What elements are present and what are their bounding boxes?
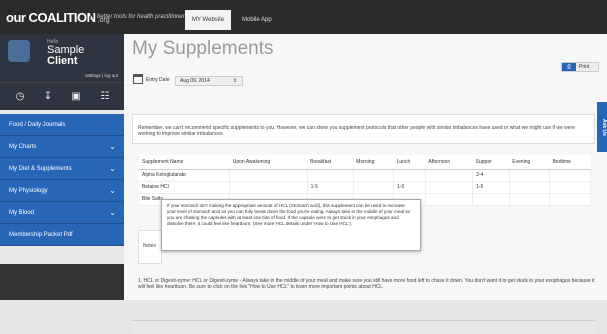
select-arrows-icon: ⇕ — [232, 78, 237, 84]
table-cell — [229, 181, 308, 194]
sidebar-item-label: Membership Packet Pdf — [9, 232, 73, 238]
sidebar-icon-row: ◷ ↧ ▣ ☷ — [0, 82, 124, 110]
chevron-down-icon: ⌄ — [109, 164, 116, 173]
table-row[interactable]: Alpha Ketoglutarate 2-4 — [139, 169, 591, 182]
table-cell: 1-5 — [307, 181, 354, 194]
logo-text: our COALITION — [6, 10, 96, 25]
col-lunch: Lunch — [393, 155, 426, 170]
table-cell: 2-4 — [472, 169, 510, 182]
entry-date-label: Entry Date — [146, 77, 170, 83]
clock-icon[interactable]: ◷ — [13, 90, 27, 104]
entry-date-select[interactable]: Aug 09, 2014 ⇕ — [175, 76, 243, 86]
page-title: My Supplements — [132, 38, 274, 59]
table-cell — [353, 181, 395, 194]
table-cell — [549, 181, 591, 194]
sidebar-item-physiology[interactable]: My Physiology ⌄ — [0, 180, 124, 202]
table-cell: 1-5 — [393, 181, 426, 194]
col-breakfast: Breakfast — [307, 155, 354, 170]
hcl-instruction: 1. HCL or Digesti-zyme: HCL or Digesti-z… — [138, 278, 595, 290]
notes-box: Notes — [138, 230, 162, 264]
sidebar-item-food-journals[interactable]: Food / Daily Journals — [0, 114, 124, 136]
sidebar-item-my-charts[interactable]: My Charts ⌄ — [0, 136, 124, 158]
table-cell — [549, 169, 591, 182]
col-evening: Evening — [509, 155, 550, 170]
sidebar-item-label: Food / Daily Journals — [9, 122, 66, 128]
tab-my-website[interactable]: MY Website — [185, 10, 232, 30]
table-cell — [229, 169, 308, 182]
table-cell — [472, 193, 510, 206]
client-panel: Hello Sample Client settings | log out — [0, 34, 124, 82]
table-row[interactable]: Betaine HCl 1-5 1-5 1-5 — [139, 181, 591, 194]
table-cell: Betaine HCl — [139, 181, 231, 194]
table-cell — [509, 193, 551, 206]
table-cell — [425, 169, 474, 182]
table-cell — [509, 181, 551, 194]
table-cell — [549, 193, 591, 206]
sidebar-item-diet-supplements[interactable]: My Diet & Supplements ⌄ — [0, 158, 124, 180]
sidebar-item-label: My Diet & Supplements — [9, 166, 72, 172]
supplement-table: Supplement Name Upon Awakening Breakfast… — [139, 155, 591, 206]
main-content: My Supplements ⎙ Print Ask Us Entry Date … — [124, 34, 607, 334]
supplement-tooltip: If your stomach isn't making the appropr… — [161, 199, 421, 251]
download-icon[interactable]: ↧ — [41, 90, 55, 104]
sidebar-item-label: My Blood — [9, 210, 35, 216]
col-afternoon: Afternoon — [425, 155, 473, 170]
col-upon-awakening: Upon Awakening — [229, 155, 308, 170]
avatar — [8, 40, 30, 62]
printer-icon: ⎙ — [562, 63, 576, 71]
tab-mobile-app[interactable]: Mobile App — [235, 10, 279, 30]
table-cell — [393, 169, 426, 182]
book-icon[interactable]: ☷ — [98, 90, 112, 104]
chevron-down-icon: ⌄ — [109, 208, 116, 217]
print-button[interactable]: ⎙ Print — [561, 62, 599, 72]
table-cell — [509, 169, 551, 182]
notes-label: Notes — [143, 243, 157, 249]
sidebar-item-label: My Physiology — [9, 188, 48, 194]
col-bedtime: Bedtime — [549, 155, 591, 170]
table-header-row: Supplement Name Upon Awakening Breakfast… — [139, 155, 591, 170]
table-cell — [353, 169, 395, 182]
entry-date-value: Aug 09, 2014 — [180, 78, 210, 84]
sidebar-item-my-blood[interactable]: My Blood ⌄ — [0, 202, 124, 224]
table-cell — [425, 181, 474, 194]
table-cell: 1-5 — [472, 181, 510, 194]
sidebar-footer — [0, 264, 124, 300]
sidebar: Hello Sample Client settings | log out ◷… — [0, 34, 124, 300]
col-morning: Morning — [353, 155, 394, 170]
table-cell: Alpha Ketoglutarate — [139, 169, 231, 182]
sidebar-item-label: My Charts — [9, 144, 37, 150]
client-last-name: Client — [47, 55, 78, 67]
col-supper: Supper — [472, 155, 510, 170]
chevron-down-icon: ⌄ — [109, 142, 116, 151]
sidebar-item-membership-pdf[interactable]: Membership Packet Pdf — [0, 224, 124, 246]
print-label: Print — [579, 64, 590, 70]
calendar-icon — [133, 74, 143, 84]
top-bar: our COALITION .org better tools for healt… — [0, 0, 607, 34]
table-cell — [425, 193, 474, 206]
settings-logout-link[interactable]: settings | log out — [85, 73, 118, 78]
table-cell — [307, 169, 354, 182]
disclaimer-notice: Remember, we can't recommend specific su… — [132, 114, 595, 144]
chevron-down-icon: ⌄ — [109, 186, 116, 195]
col-supplement-name: Supplement Name — [139, 155, 230, 170]
content-footer-bar — [132, 320, 595, 334]
ask-us-tab[interactable]: Ask Us — [597, 102, 607, 152]
tagline: better tools for health practitioners — [90, 14, 188, 20]
film-icon[interactable]: ▣ — [69, 90, 83, 104]
